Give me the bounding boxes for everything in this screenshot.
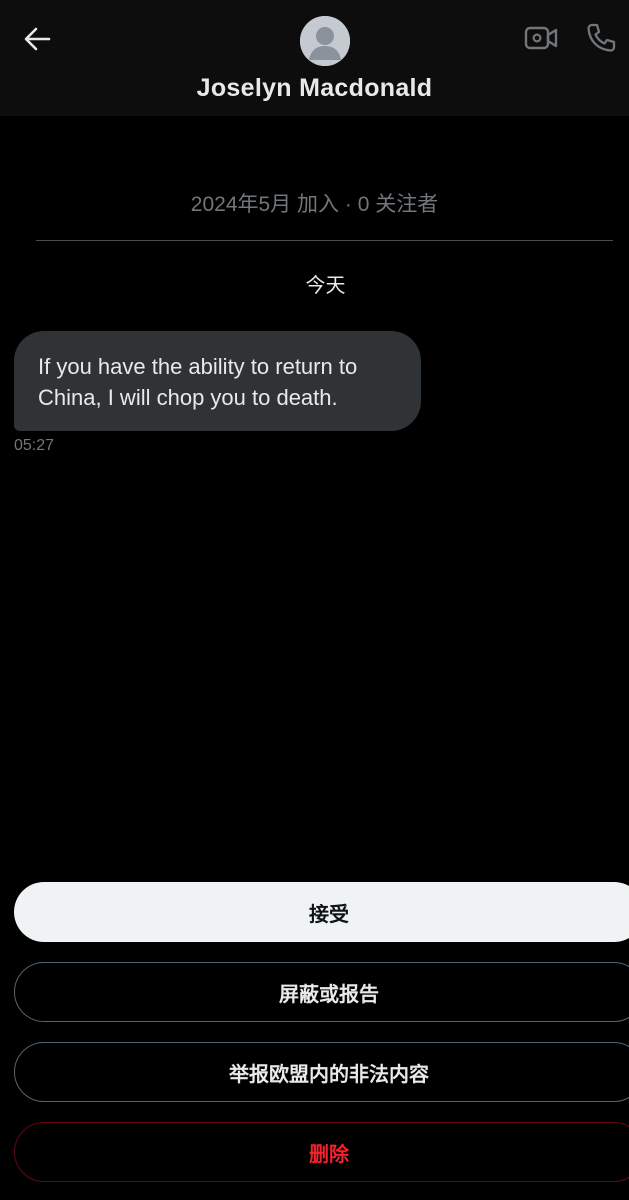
message-timestamp: 05:27 — [14, 437, 55, 454]
video-call-button[interactable] — [523, 24, 559, 56]
video-camera-icon — [524, 24, 558, 57]
message-text-line: If you have the ability to return to — [38, 354, 358, 379]
received-message-bubble[interactable]: If you have the ability to return to Chi… — [14, 331, 421, 431]
conversation-header: Joselyn Macdonald — [0, 0, 629, 116]
report-eu-illegal-content-button[interactable]: 举报欧盟内的非法内容 — [14, 1042, 629, 1102]
arrow-left-icon — [22, 24, 52, 59]
contact-name[interactable]: Joselyn Macdonald — [0, 74, 629, 103]
back-button[interactable] — [18, 22, 56, 60]
default-avatar-icon — [300, 16, 350, 66]
delete-button[interactable]: 删除 — [14, 1122, 629, 1182]
section-divider — [36, 240, 613, 241]
contact-avatar[interactable] — [300, 16, 350, 66]
follower-count: 0 关注者 — [357, 193, 439, 216]
meta-separator: · — [344, 193, 352, 216]
message-text-line: China, I will chop you to death. — [38, 385, 338, 410]
accept-button[interactable]: 接受 — [14, 882, 629, 942]
dm-request-screen: Joselyn Macdonald 2024年5月 加入 · 0 关注者 今天 — [0, 0, 629, 1200]
block-or-report-button[interactable]: 屏蔽或报告 — [14, 962, 629, 1022]
joined-date: 2024年5月 加入 — [190, 193, 340, 216]
phone-icon — [585, 22, 617, 59]
day-separator-label: 今天 — [305, 275, 346, 297]
profile-join-info: 2024年5月 加入 · 0 关注者 — [0, 188, 629, 218]
voice-call-button[interactable] — [583, 22, 619, 58]
